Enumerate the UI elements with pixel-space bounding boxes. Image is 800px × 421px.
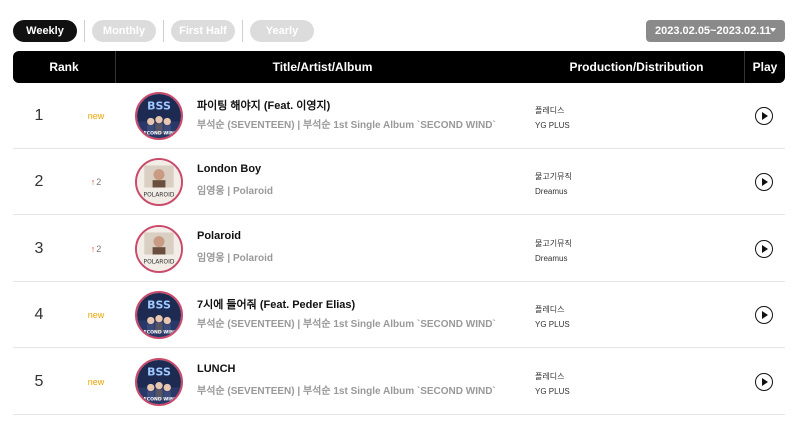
chart-table-header: Rank Title/Artist/Album Production/Distr… (13, 51, 785, 83)
svg-text:SECOND WIND: SECOND WIND (140, 329, 177, 335)
album-cover[interactable]: BSS SECOND WIND (135, 358, 183, 406)
rank-change: new (81, 282, 111, 348)
song-title[interactable]: 7시에 들어줘 (Feat. Peder Elias) (197, 296, 355, 312)
up-arrow-icon: ↑ (90, 177, 96, 187)
svg-text:BSS: BSS (147, 100, 171, 113)
table-row[interactable]: 3 ↑ 2 POLAROID Polaroid 임영웅 | Polaroid 물고… (13, 216, 785, 282)
play-button[interactable] (755, 373, 773, 391)
table-row[interactable]: 4 new BSS SECOND WIND 7시에 들어줘 (Feat. Ped… (13, 282, 785, 348)
production-company: 물고기뮤직 (535, 239, 572, 248)
album-cover-art: POLAROID (137, 160, 181, 204)
new-badge: new (87, 310, 105, 320)
tab-divider (242, 20, 243, 42)
svg-text:BSS: BSS (147, 366, 171, 379)
table-row[interactable]: 2 ↑ 2 POLAROID London Boy 임영웅 | Polaroid … (13, 149, 785, 215)
tab-monthly[interactable]: Monthly (92, 20, 156, 42)
production-company: 플레디스 (535, 106, 565, 115)
album-cover[interactable]: BSS SECOND WIND (135, 291, 183, 339)
album-cover[interactable]: POLAROID (135, 158, 183, 206)
svg-text:POLAROID: POLAROID (144, 192, 175, 199)
rank-number: 4 (34, 306, 44, 323)
album-cover[interactable]: POLAROID (135, 225, 183, 273)
play-button[interactable] (755, 306, 773, 324)
album-cover-art: BSS SECOND WIND (137, 94, 181, 138)
play-icon (762, 178, 768, 186)
svg-text:BSS: BSS (147, 299, 171, 312)
play-icon (762, 245, 768, 253)
production-company: 플레디스 (535, 305, 565, 314)
artist-album[interactable]: 부석순 (SEVENTEEN) | 부석순 1st Single Album `… (197, 382, 496, 397)
chevron-down-icon (770, 28, 776, 32)
svg-text:SECOND WIND: SECOND WIND (140, 130, 177, 136)
new-badge: new (87, 377, 105, 387)
production-company: 물고기뮤직 (535, 172, 572, 181)
rank-number: 5 (34, 373, 44, 390)
rank-change-value: 2 (96, 177, 102, 187)
production-company: 플레디스 (535, 372, 565, 381)
distribution-company: YG PLUS (535, 320, 570, 329)
rank-change: ↑ 2 (81, 216, 111, 282)
tab-yearly[interactable]: Yearly (250, 20, 314, 42)
artist-album[interactable]: 임영웅 | Polaroid (197, 182, 273, 197)
play-button[interactable] (755, 173, 773, 191)
artist-album[interactable]: 임영웅 | Polaroid (197, 249, 273, 264)
tab-first-half[interactable]: First Half (171, 20, 235, 42)
date-range-label: 2023.02.05~2023.02.11 (655, 25, 771, 37)
header-production: Production/Distribution (529, 51, 745, 83)
play-icon (762, 378, 768, 386)
distribution-company: YG PLUS (535, 387, 570, 396)
rank-number: 2 (34, 173, 44, 190)
rank-number: 1 (34, 107, 44, 124)
tab-divider (84, 20, 85, 42)
tab-divider (163, 20, 164, 42)
artist-album[interactable]: 부석순 (SEVENTEEN) | 부석순 1st Single Album `… (197, 116, 496, 131)
song-title[interactable]: 파이팅 해야지 (Feat. 이영지) (197, 97, 330, 113)
tab-weekly[interactable]: Weekly (13, 20, 77, 42)
play-button[interactable] (755, 107, 773, 125)
rank-change: new (81, 349, 111, 415)
play-icon (762, 112, 768, 120)
play-button[interactable] (755, 240, 773, 258)
rank-number: 3 (34, 240, 44, 257)
header-title: Title/Artist/Album (272, 60, 373, 74)
song-title[interactable]: LUNCH (197, 363, 236, 375)
svg-text:POLAROID: POLAROID (144, 259, 175, 266)
rank-change: ↑ 2 (81, 149, 111, 215)
album-cover-art: BSS SECOND WIND (137, 360, 181, 404)
period-tabs: Weekly Monthly First Half Yearly (13, 20, 314, 42)
date-range-select[interactable]: 2023.02.05~2023.02.11 (646, 20, 785, 42)
up-arrow-icon: ↑ (90, 244, 96, 254)
table-row[interactable]: 5 new BSS SECOND WIND LUNCH 부석순 (SEVENTE… (13, 349, 785, 415)
artist-album[interactable]: 부석순 (SEVENTEEN) | 부석순 1st Single Album `… (197, 315, 496, 330)
album-cover-art: BSS SECOND WIND (137, 293, 181, 337)
table-row[interactable]: 1 new BSS SECOND WIND 파이팅 해야지 (Feat. 이영지… (13, 83, 785, 149)
play-icon (762, 311, 768, 319)
rank-change: new (81, 83, 111, 149)
distribution-company: Dreamus (535, 254, 568, 263)
header-rank: Rank (13, 51, 116, 83)
song-title[interactable]: Polaroid (197, 230, 241, 242)
album-cover[interactable]: BSS SECOND WIND (135, 92, 183, 140)
new-badge: new (87, 111, 105, 121)
album-cover-art: POLAROID (137, 227, 181, 271)
distribution-company: Dreamus (535, 187, 568, 196)
song-title[interactable]: London Boy (197, 163, 261, 175)
header-play: Play (752, 60, 778, 74)
distribution-company: YG PLUS (535, 121, 570, 130)
svg-text:SECOND WIND: SECOND WIND (140, 396, 177, 402)
rank-change-value: 2 (96, 244, 102, 254)
